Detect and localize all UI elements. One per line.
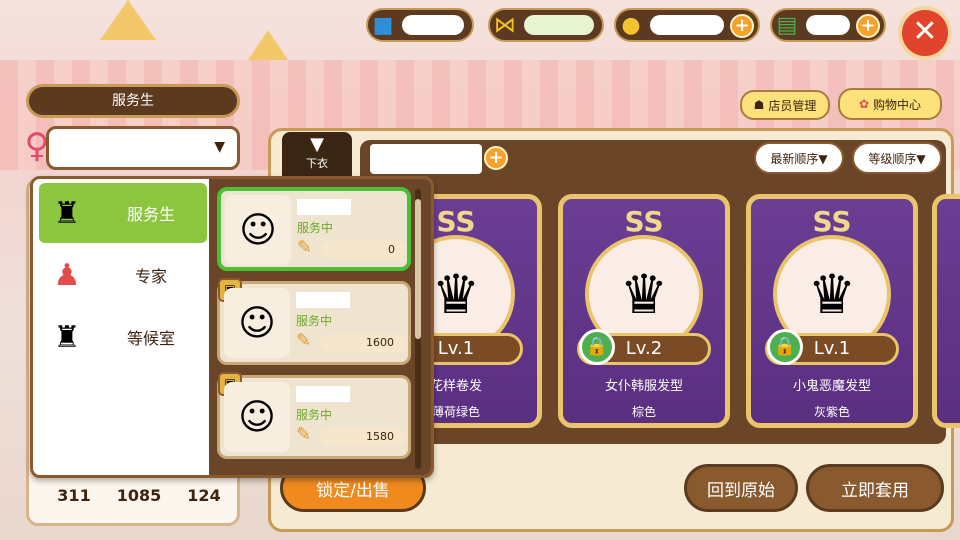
staff-list: ☺ 服务中 ✎ 0 ▣ ☺ 服务中 ✎ 1600 ▣ ☺ 服务中 ✎ 1580 (209, 179, 431, 475)
staff-manage-button[interactable]: ☗ 店员管理 (740, 90, 830, 120)
lego-brick-icon: ■ (372, 12, 394, 38)
girl-pink-hair-icon: ☺ (224, 382, 290, 452)
cash-icon: ▤ (776, 12, 798, 38)
chevron-down-icon: ▼ (214, 139, 225, 155)
stat-charm: 1085 (116, 486, 162, 505)
item-card-partial[interactable] (932, 194, 960, 428)
shop-center-label: 购物中心 (873, 97, 922, 112)
shop-center-button[interactable]: ✿ 购物中心 (838, 88, 942, 120)
staff-name (297, 199, 351, 215)
lock-icon: 🔒 (579, 329, 615, 365)
category-label: 专家 (134, 267, 167, 286)
scrollbar-thumb[interactable] (415, 199, 421, 339)
resource-bar-cash: ▤ + (770, 8, 886, 42)
vest-icon: ♜ (53, 319, 81, 355)
category-label: 服务生 (126, 205, 175, 224)
staff-card[interactable]: ☺ 服务中 ✎ 0 (217, 187, 411, 271)
item-card[interactable]: SS ♛ Lv.1 🔒 小鬼恶魔发型 灰紫色 (746, 194, 918, 428)
girl-pink-hair-icon: ☺ (224, 288, 290, 358)
staff-list-scrollbar[interactable] (415, 189, 421, 469)
resource-bar-gold: ● + (614, 8, 760, 42)
item-rank: SS (812, 205, 852, 238)
stat-speed: 311 (57, 486, 91, 505)
gift-icon: ✿ (858, 97, 870, 111)
add-item-button[interactable]: + (484, 146, 508, 170)
staff-value: 1600 (320, 334, 406, 352)
category-list: ♜ 服务生 ♟ 专家 ♜ 等候室 (33, 179, 209, 475)
item-rank: SS (624, 205, 664, 238)
chef-hat-icon: ☗ (753, 98, 765, 112)
lock-icon: 🔒 (767, 329, 803, 365)
revert-button[interactable]: 回到原始 (684, 464, 798, 512)
category-item-expert[interactable]: ♟ 专家 (39, 245, 207, 305)
staff-card[interactable]: ▣ ☺ 服务中 ✎ 1600 (217, 278, 411, 365)
staff-value: 0 (321, 241, 407, 259)
category-item-waiter[interactable]: ♜ 服务生 (39, 183, 207, 243)
resource-value (650, 15, 724, 35)
gold-coin-icon: ● (621, 12, 641, 38)
category-dropdown: ♜ 服务生 ♟ 专家 ♜ 等候室 ☺ 服务中 ✎ 0 ▣ ☺ 服务中 ✎ 160… (30, 176, 434, 478)
staff-name (296, 292, 350, 308)
category-item-waiting-room[interactable]: ♜ 等候室 (39, 307, 207, 367)
vest-icon: ♜ (53, 195, 81, 231)
close-button[interactable]: ✕ (898, 6, 952, 60)
item-name-field (370, 144, 482, 174)
pencil-icon: ✎ (296, 424, 312, 445)
left-panel-title: 服务生 (26, 84, 240, 118)
resource-value (806, 15, 850, 35)
lamp-decoration (248, 30, 288, 60)
apply-button[interactable]: 立即套用 (806, 464, 944, 512)
lamp-decoration (100, 0, 156, 40)
staff-card[interactable]: ▣ ☺ 服务中 ✎ 1580 (217, 372, 411, 459)
ribbon-icon: ⋈ (494, 12, 516, 38)
staff-value: 1580 (320, 428, 406, 446)
girl-teal-hair-icon: ☺ (225, 195, 291, 265)
tab-bottom-clothes[interactable]: ▼ 下衣 (282, 132, 352, 176)
chef-shirt-icon: ♟ (53, 257, 81, 293)
pencil-icon: ✎ (297, 237, 313, 258)
resource-bar-bricks: ■ (366, 8, 474, 42)
stat-skill: 124 (187, 486, 221, 505)
item-color: 棕色 (631, 405, 656, 419)
sort-newest-button[interactable]: 最新顺序▼ (754, 142, 844, 174)
staff-status: 服务中 (296, 314, 333, 328)
item-title: 小鬼恶魔发型 (792, 379, 871, 394)
resource-bar-ribbon: ⋈ (488, 8, 604, 42)
pencil-icon: ✎ (296, 330, 312, 351)
pants-icon: ▼ (310, 134, 324, 155)
category-label: 等候室 (126, 329, 175, 348)
sort-level-button[interactable]: 等级顺序▼ (852, 142, 942, 174)
add-cash-button[interactable]: + (856, 14, 880, 38)
tab-label: 下衣 (306, 157, 328, 170)
staff-name (296, 386, 350, 402)
item-card[interactable]: SS ♛ Lv.2 🔒 女仆韩服发型 棕色 (558, 194, 730, 428)
resource-value (402, 15, 464, 35)
item-title: 女仆韩服发型 (604, 379, 683, 394)
stats-row: 311 1085 124 (44, 486, 234, 505)
item-color: 灰紫色 (813, 405, 850, 419)
add-gold-button[interactable]: + (730, 14, 754, 38)
staff-manage-label: 店员管理 (768, 98, 817, 113)
staff-status: 服务中 (297, 221, 334, 235)
staff-status: 服务中 (296, 408, 333, 422)
resource-value (524, 15, 594, 35)
staff-select[interactable]: ▼ (46, 126, 240, 170)
